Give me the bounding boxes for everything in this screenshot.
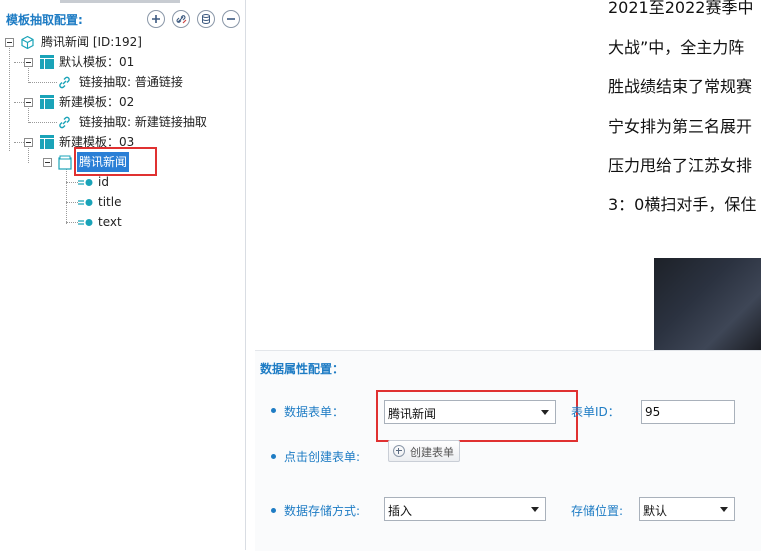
template-icon [40,135,54,149]
storage-mode-value: 插入 [388,504,413,518]
database-icon[interactable] [197,10,215,28]
link-label: 链接抽取: 新建链接抽取 [79,115,207,129]
link-icon [59,76,70,89]
article-photo [654,258,761,350]
storage-location-label: 存储位置: [571,504,624,518]
bullet [271,408,276,413]
field-icon [78,179,93,186]
collapse-toggle[interactable] [5,38,14,47]
field-label: title [98,195,122,209]
template-label: 新建模板：02 [59,95,135,109]
create-table-label: 点击创建表单: [284,450,361,464]
article-line: 3：0横扫对手，保住 [608,195,757,214]
link-icon [59,116,70,129]
panel-header: 模板抽取配置: [0,0,245,32]
article-line: 宁女排为第三名展开 [608,117,753,136]
tree-field-node[interactable]: id [0,172,240,192]
article-line: 胜战绩结束了常规赛 [608,77,753,96]
collapse-toggle[interactable] [24,98,33,107]
tree-field-node[interactable]: title [0,192,240,212]
article-preview: 2021至2022赛季中 大战”中，全主力阵 胜战绩结束了常规赛 宁女排为第三名… [255,0,761,350]
template-icon [40,95,54,109]
template-config-panel: 模板抽取配置: 腾讯新闻 [ID:192] 默认模板：01 链接抽取: 普通链接… [0,0,246,550]
storage-location-select[interactable]: 默认 [639,497,735,521]
cube-icon [21,35,34,50]
tree-template-node[interactable]: 默认模板：01 [0,52,240,72]
panel-title: 模板抽取配置: [6,13,83,27]
link-edit-icon[interactable] [172,10,190,28]
tree-template-node[interactable]: 新建模板：02 [0,92,240,112]
tree-link-node[interactable]: 链接抽取: 普通链接 [0,72,240,92]
bullet [271,454,276,459]
table-icon [58,155,72,170]
config-title: 数据属性配置： [260,362,345,376]
create-table-button[interactable]: 创建表单 [388,440,460,462]
article-line: 大战”中，全主力阵 [608,38,745,57]
field-icon [78,219,93,226]
highlight-box [376,390,578,442]
data-property-config: 数据属性配置： 数据表单： 腾讯新闻 表单ID： 点击创建表单: 创建表单 数据… [255,350,761,551]
link-label: 链接抽取: 普通链接 [79,75,183,89]
add-icon[interactable] [147,10,165,28]
template-icon [40,55,54,69]
remove-icon[interactable] [222,10,240,28]
root-label: 腾讯新闻 [ID:192] [41,35,142,49]
article-line: 压力甩给了江苏女排 [608,156,753,175]
tree-root-node[interactable]: 腾讯新闻 [ID:192] [0,32,240,52]
collapse-toggle[interactable] [24,58,33,67]
chevron-down-icon [720,507,728,512]
tree-field-node[interactable]: text [0,212,240,232]
collapse-toggle[interactable] [43,158,52,167]
table-id-label: 表单ID： [571,405,620,419]
template-label: 默认模板：01 [59,55,135,69]
field-label: id [98,175,109,189]
storage-location-value: 默认 [643,504,668,518]
field-label: text [98,215,122,229]
tree-link-node[interactable]: 链接抽取: 新建链接抽取 [0,112,240,132]
article-line: 2021至2022赛季中 [608,0,754,17]
table-id-field[interactable] [641,400,735,424]
collapse-toggle[interactable] [24,138,33,147]
chevron-down-icon [531,507,539,512]
data-table-label: 数据表单： [284,405,345,419]
storage-mode-label: 数据存储方式: [284,504,361,518]
storage-mode-select[interactable]: 插入 [384,497,546,521]
create-table-button-label: 创建表单 [410,446,454,459]
field-icon [78,199,93,206]
table-id-input[interactable] [642,401,734,423]
bullet [271,508,276,513]
plus-circle-icon [393,445,405,457]
